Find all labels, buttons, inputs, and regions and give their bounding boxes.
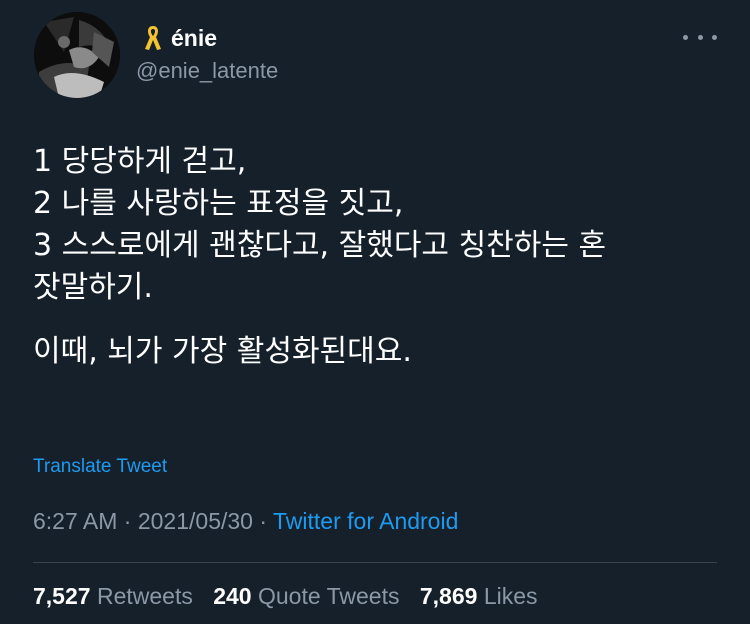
likes-count: 7,869 bbox=[419, 583, 478, 609]
tweet-meta: 6:27 AM · 2021/05/30 · Twitter for Andro… bbox=[33, 508, 458, 535]
tweet-line: 1 당당하게 걷고, bbox=[33, 144, 247, 179]
display-name-text: énie bbox=[171, 24, 218, 51]
tweet-time[interactable]: 6:27 AM bbox=[33, 508, 117, 534]
retweets-count: 7,527 bbox=[33, 583, 91, 609]
avatar[interactable] bbox=[34, 12, 120, 98]
retweets-label: Retweets bbox=[96, 583, 193, 609]
tweet-line: 3 스스로에게 괜찮다고, 잘했다고 칭찬하는 혼 bbox=[33, 228, 607, 263]
more-icon[interactable] bbox=[683, 27, 717, 47]
meta-separator: · bbox=[259, 508, 268, 534]
display-name[interactable]: énie bbox=[143, 24, 217, 52]
tweet-stats: 7,527 Retweets 240 Quote Tweets 7,869 Li… bbox=[33, 583, 552, 610]
yellow-ribbon-icon bbox=[145, 26, 161, 50]
tweet-text: 1 당당하게 걷고, 2 나를 사랑하는 표정을 짓고, 3 스스로에게 괜찮다… bbox=[33, 141, 723, 373]
quotes-count: 240 bbox=[213, 583, 252, 609]
meta-separator: · bbox=[123, 508, 132, 534]
quote-tweets-stat[interactable]: 240 Quote Tweets bbox=[213, 583, 399, 610]
quotes-label: Quote Tweets bbox=[257, 583, 400, 609]
tweet-line: 잣말하기. bbox=[33, 270, 153, 305]
likes-stat[interactable]: 7,869 Likes bbox=[420, 583, 538, 610]
more-dot bbox=[697, 34, 703, 40]
translate-tweet-link[interactable]: Translate Tweet bbox=[33, 456, 167, 478]
likes-label: Likes bbox=[483, 583, 538, 609]
tweet-paragraph: 이때, 뇌가 가장 활성화된대요. bbox=[33, 334, 412, 369]
divider bbox=[33, 562, 717, 563]
retweets-stat[interactable]: 7,527 Retweets bbox=[33, 583, 193, 610]
tweet-source-link[interactable]: Twitter for Android bbox=[273, 508, 458, 534]
tweet-line: 2 나를 사랑하는 표정을 짓고, bbox=[33, 186, 404, 221]
tweet-date[interactable]: 2021/05/30 bbox=[138, 508, 253, 534]
avatar-image bbox=[34, 12, 120, 98]
more-dot bbox=[683, 34, 688, 40]
more-dot bbox=[712, 34, 717, 40]
user-handle[interactable]: @enie_latente bbox=[136, 58, 278, 84]
